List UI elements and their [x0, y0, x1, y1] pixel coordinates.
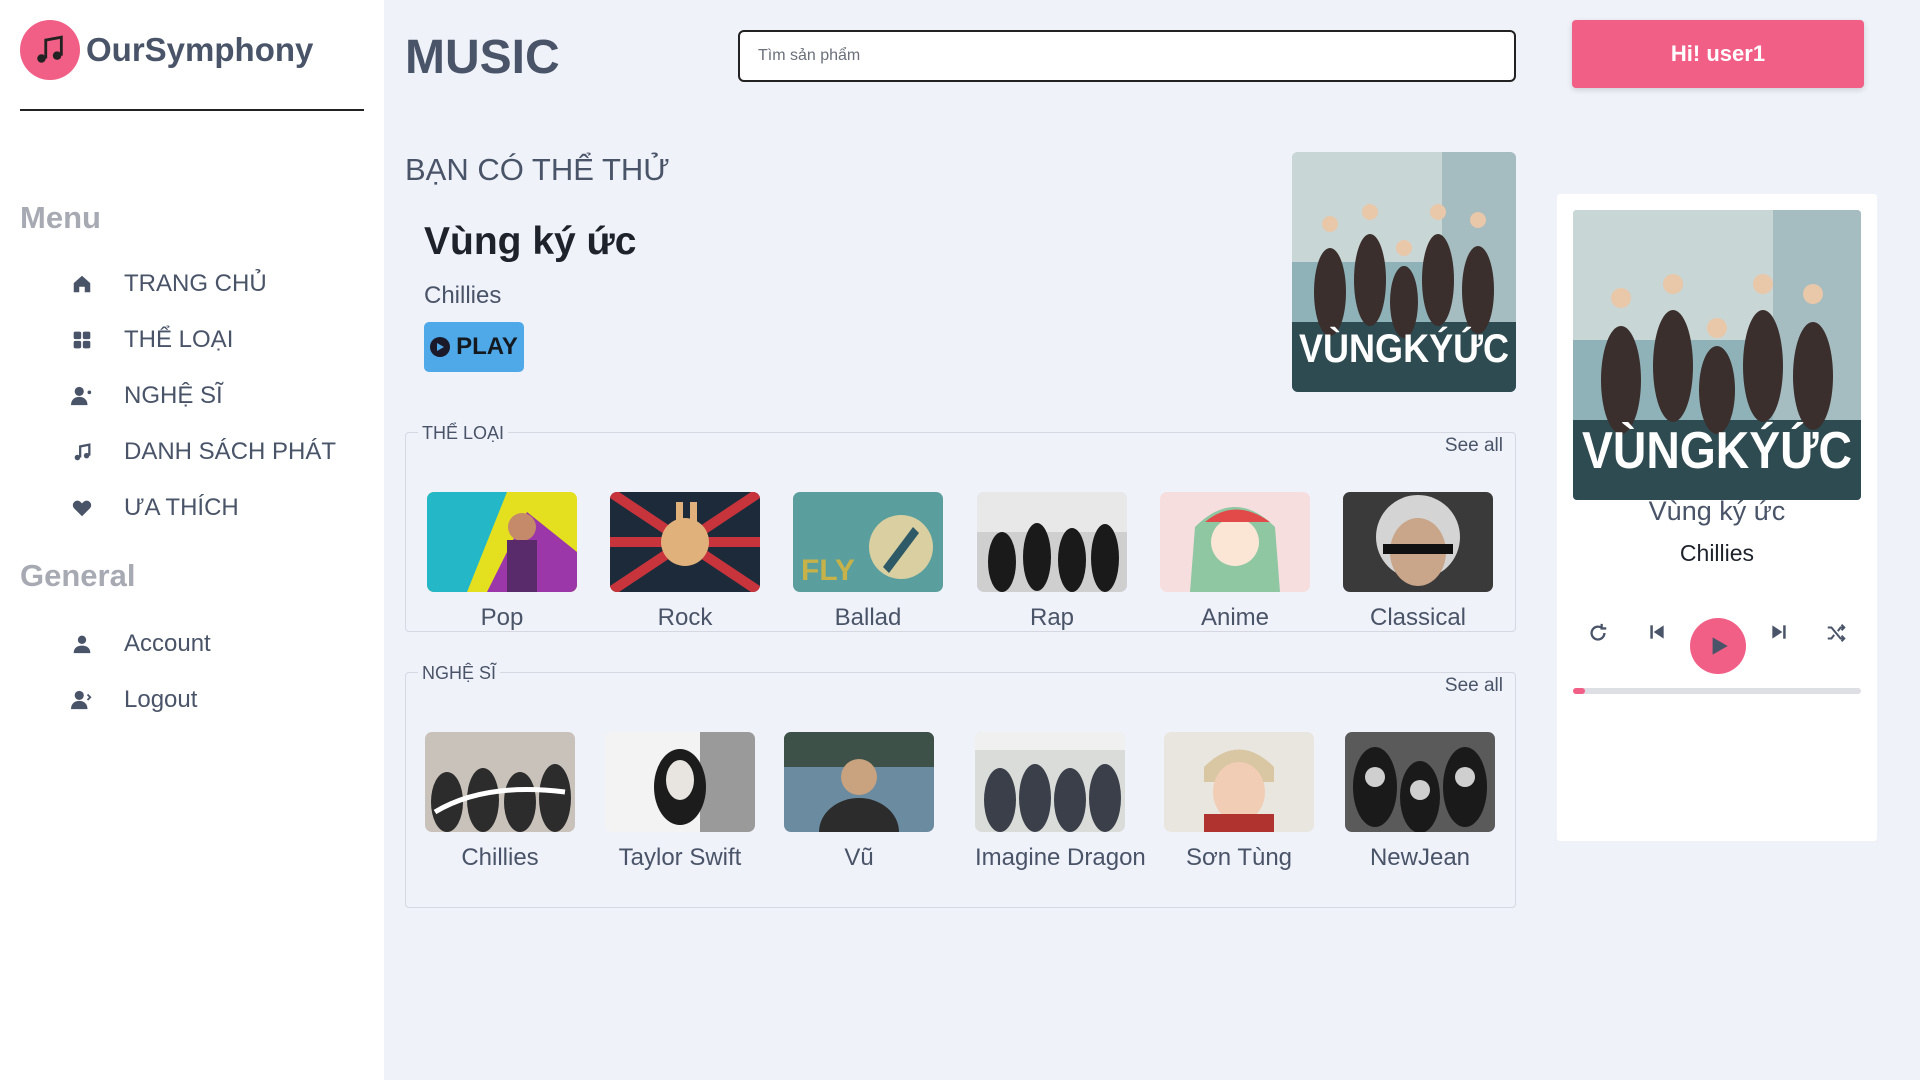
- artist-name: NewJean: [1369, 844, 1471, 871]
- user-icon: [70, 632, 94, 656]
- previous-track-icon[interactable]: [1647, 622, 1667, 642]
- artist-image: [1164, 732, 1314, 832]
- user-menu-button[interactable]: Hi! user1: [1572, 20, 1864, 88]
- album-cover-title: VÙNGKÝỨC: [1299, 325, 1509, 371]
- genre-name: Classical: [1369, 604, 1467, 631]
- genre-tile-anime[interactable]: Anime: [1160, 492, 1310, 632]
- genre-name: Pop: [480, 604, 524, 631]
- genre-image: [1343, 492, 1493, 592]
- genre-tile-rap[interactable]: Rap: [977, 492, 1127, 632]
- sidebar-item-favorites[interactable]: ƯA THÍCH: [70, 490, 239, 526]
- artist-tile-imagine-dragon[interactable]: Imagine Dragon: [975, 732, 1146, 872]
- progress-fill: [1573, 688, 1585, 694]
- sidebar-item-label: NGHỆ SĨ: [124, 382, 223, 409]
- brand-logo[interactable]: OurSymphony: [20, 20, 313, 80]
- artists-section: NGHỆ SĨ See all Chillies Taylor Swift Vũ…: [405, 663, 1516, 908]
- play-button-label: PLAY: [456, 333, 518, 360]
- genre-tile-pop[interactable]: Pop: [427, 492, 577, 632]
- genre-tile-classical[interactable]: Classical: [1343, 492, 1493, 632]
- sidebar-item-artists[interactable]: NGHỆ SĨ: [70, 378, 223, 414]
- progress-bar[interactable]: [1573, 688, 1861, 694]
- play-button[interactable]: PLAY: [424, 322, 524, 372]
- artist-name: Sơn Tùng: [1185, 844, 1293, 871]
- artist-tile-newjean[interactable]: NewJean: [1345, 732, 1495, 872]
- artist-image: [1345, 732, 1495, 832]
- album-cover[interactable]: VÙNGKÝỨC: [1292, 152, 1516, 392]
- repeat-icon[interactable]: [1587, 622, 1609, 644]
- genre-name: Anime: [1200, 604, 1270, 631]
- artist-image: [975, 732, 1125, 832]
- suggestion-song-title: Vùng ký ức: [424, 220, 637, 263]
- sidebar-item-label: THỂ LOẠI: [124, 326, 234, 353]
- genres-section-title: THỂ LOẠI: [418, 423, 509, 444]
- genre-image: [427, 492, 577, 592]
- sidebar-item-account[interactable]: Account: [70, 626, 211, 662]
- suggestion-artist: Chillies: [424, 282, 502, 309]
- playlist-icon: [70, 440, 94, 464]
- artist-name: Vũ: [844, 844, 874, 871]
- svg-text:FLY: FLY: [801, 554, 855, 587]
- shuffle-icon[interactable]: [1825, 622, 1847, 644]
- sidebar: OurSymphony Menu TRANG CHỦ THỂ LOẠI NGHỆ…: [0, 0, 384, 1080]
- genre-image: FLY: [793, 492, 943, 592]
- player-album-cover: VÙNGKÝỨC: [1573, 210, 1861, 500]
- play-icon: [430, 337, 451, 357]
- music-note-icon: [20, 20, 80, 80]
- genre-name: Rock: [657, 604, 713, 631]
- genre-image: [1160, 492, 1310, 592]
- artist-name: Imagine Dragon: [975, 844, 1146, 871]
- music-player: VÙNGKÝỨC Vùng ký ức Chillies: [1557, 194, 1877, 841]
- sidebar-item-genres[interactable]: THỂ LOẠI: [70, 322, 233, 358]
- sidebar-item-home[interactable]: TRANG CHỦ: [70, 266, 267, 302]
- artist-name: Chillies: [461, 844, 539, 871]
- sidebar-item-label: Logout: [124, 686, 198, 713]
- category-icon: [70, 328, 94, 352]
- heart-icon: [70, 496, 94, 520]
- artist-name: Taylor Swift: [618, 844, 742, 871]
- artist-image: [784, 732, 934, 832]
- artists-section-title: NGHỆ SĨ: [418, 663, 501, 684]
- sidebar-item-label: Account: [124, 630, 211, 657]
- brand-name: OurSymphony: [86, 31, 314, 68]
- genre-image: [610, 492, 760, 592]
- sidebar-item-playlists[interactable]: DANH SÁCH PHÁT: [70, 434, 336, 470]
- artist-icon: [70, 384, 94, 408]
- player-song-title: Vùng ký ức: [1648, 496, 1786, 526]
- artist-tile-son-tung[interactable]: Sơn Tùng: [1164, 732, 1314, 872]
- genre-image: [977, 492, 1127, 592]
- page-title: MUSIC: [405, 31, 560, 84]
- general-section-title: General: [20, 558, 136, 593]
- home-icon: [70, 272, 94, 296]
- player-play-button[interactable]: [1690, 618, 1746, 674]
- menu-section-title: Menu: [20, 200, 101, 235]
- genre-name: Rap: [1029, 604, 1075, 631]
- artist-image: [605, 732, 755, 832]
- artist-image: [425, 732, 575, 832]
- artist-tile-taylor-swift[interactable]: Taylor Swift: [605, 732, 755, 872]
- sidebar-item-label: DANH SÁCH PHÁT: [124, 438, 337, 465]
- play-icon: [1712, 637, 1728, 655]
- sidebar-item-label: ƯA THÍCH: [124, 494, 239, 521]
- artist-tile-vu[interactable]: Vũ: [784, 732, 934, 872]
- logout-icon: [70, 688, 94, 712]
- sidebar-item-label: TRANG CHỦ: [124, 270, 267, 297]
- genre-tile-ballad[interactable]: FLY Ballad: [793, 492, 943, 632]
- search-input[interactable]: [738, 30, 1516, 82]
- artists-see-all-link[interactable]: See all: [1445, 675, 1503, 697]
- player-artist: Chillies: [1679, 540, 1755, 566]
- artist-tile-chillies[interactable]: Chillies: [425, 732, 575, 872]
- suggestion-heading: BẠN CÓ THỂ THỬ: [405, 152, 670, 187]
- divider: [20, 109, 364, 111]
- genre-tile-rock[interactable]: Rock: [610, 492, 760, 632]
- genre-name: Ballad: [834, 604, 902, 631]
- next-track-icon[interactable]: [1769, 622, 1789, 642]
- sidebar-item-logout[interactable]: Logout: [70, 682, 197, 718]
- genres-see-all-link[interactable]: See all: [1445, 435, 1503, 457]
- genres-section: THỂ LOẠI See all Pop Rock FLY Ballad Rap…: [405, 423, 1516, 632]
- player-cover-title: VÙNGKÝỨC: [1582, 421, 1852, 480]
